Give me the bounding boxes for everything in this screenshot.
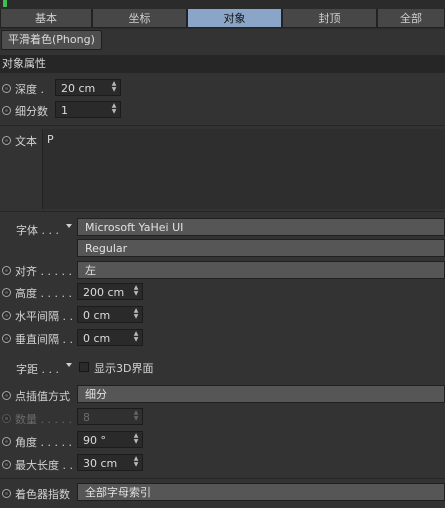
divider <box>0 125 445 126</box>
angle-field[interactable]: 90 ° ▲ ▼ <box>77 431 143 448</box>
maxlen-value: 30 cm <box>83 457 118 470</box>
text-input-area[interactable]: P <box>42 129 445 209</box>
height-field[interactable]: 200 cm ▲ ▼ <box>77 283 143 300</box>
vspacing-value: 0 cm <box>83 332 111 345</box>
tab-coord[interactable]: 坐标 <box>92 9 187 28</box>
height-value: 200 cm <box>83 286 125 299</box>
angle-value: 90 ° <box>83 434 106 447</box>
subdiv-field[interactable]: 1 ▲ ▼ <box>55 101 121 118</box>
maxlen-anim-radio[interactable] <box>2 460 11 469</box>
title-strip <box>0 0 445 9</box>
count-label: 数量 . . . . . <box>15 413 72 426</box>
vspacing-field[interactable]: 0 cm ▲ ▼ <box>77 329 143 346</box>
hspacing-label: 水平间隔 . . <box>15 310 73 323</box>
subdiv-value: 1 <box>61 104 68 117</box>
spinner-icon[interactable]: ▲ ▼ <box>133 285 139 297</box>
tab-object[interactable]: 对象 <box>187 9 282 28</box>
font-style-dropdown[interactable]: Regular <box>77 239 445 257</box>
spinner-icon[interactable]: ▲ ▼ <box>133 308 139 320</box>
hspacing-field[interactable]: 0 cm ▲ ▼ <box>77 306 143 323</box>
spinner-icon[interactable]: ▲ ▼ <box>111 81 117 93</box>
align-anim-radio[interactable] <box>2 266 11 275</box>
vspacing-label: 垂直间隔 . . <box>15 333 73 346</box>
spinner-icon: ▲ ▼ <box>133 409 139 422</box>
spinner-icon[interactable]: ▲ ▼ <box>133 456 139 468</box>
spinner-icon[interactable]: ▲ ▼ <box>133 433 139 445</box>
font-label: 字体 . . . <box>16 224 59 237</box>
show-3d-ui-checkbox[interactable] <box>79 362 89 372</box>
depth-label: 深度 . <box>15 83 44 96</box>
hspacing-anim-radio[interactable] <box>2 311 11 320</box>
tab-bar: 基本 坐标 对象 封顶 全部 <box>0 9 445 29</box>
shader-index-label: 着色器指数 <box>15 488 70 501</box>
height-anim-radio[interactable] <box>2 288 11 297</box>
tab-caps[interactable]: 封顶 <box>282 9 377 28</box>
spinner-icon[interactable]: ▲ ▼ <box>133 331 139 343</box>
text-value: P <box>47 133 54 146</box>
interp-dropdown[interactable]: 细分 <box>77 385 445 403</box>
interp-label: 点插值方式 <box>15 390 70 403</box>
depth-field[interactable]: 20 cm ▲ ▼ <box>55 79 121 96</box>
tab-basic[interactable]: 基本 <box>0 9 92 28</box>
maxlen-label: 最大长度 . . <box>15 459 73 472</box>
angle-label: 角度 . . . . . <box>15 436 72 449</box>
align-label: 对齐 . . . . . <box>15 265 72 278</box>
count-anim-radio <box>2 414 11 423</box>
count-value: 8 <box>83 411 90 424</box>
shader-index-dropdown[interactable]: 全部字母索引 <box>77 483 445 501</box>
green-marker-icon <box>3 0 7 7</box>
hspacing-value: 0 cm <box>83 309 111 322</box>
tab-all[interactable]: 全部 <box>377 9 445 28</box>
section-title: 对象属性 <box>0 55 445 73</box>
subdiv-label: 细分数 <box>15 105 48 118</box>
spinner-icon[interactable]: ▲ ▼ <box>111 103 117 115</box>
text-label: 文本 <box>15 135 37 148</box>
divider <box>0 211 445 212</box>
kerning-label: 字距 . . . <box>16 363 59 376</box>
depth-value: 20 cm <box>61 82 96 95</box>
angle-anim-radio[interactable] <box>2 437 11 446</box>
count-field: 8 ▲ ▼ <box>77 408 143 425</box>
height-label: 高度 . . . . . <box>15 287 72 300</box>
interp-anim-radio[interactable] <box>2 391 11 400</box>
shader-index-anim-radio[interactable] <box>2 489 11 498</box>
text-anim-radio[interactable] <box>2 136 11 145</box>
subdiv-anim-radio[interactable] <box>2 106 11 115</box>
align-dropdown[interactable]: 左 <box>77 261 445 279</box>
vspacing-anim-radio[interactable] <box>2 334 11 343</box>
phong-tag-button[interactable]: 平滑着色(Phong) <box>1 30 102 50</box>
depth-anim-radio[interactable] <box>2 84 11 93</box>
divider <box>0 478 445 479</box>
expand-triangle-icon[interactable] <box>66 224 72 228</box>
expand-triangle-icon[interactable] <box>66 363 72 367</box>
font-family-dropdown[interactable]: Microsoft YaHei UI <box>77 218 445 236</box>
maxlen-field[interactable]: 30 cm ▲ ▼ <box>77 454 143 471</box>
show-3d-ui-label: 显示3D界面 <box>94 362 154 375</box>
